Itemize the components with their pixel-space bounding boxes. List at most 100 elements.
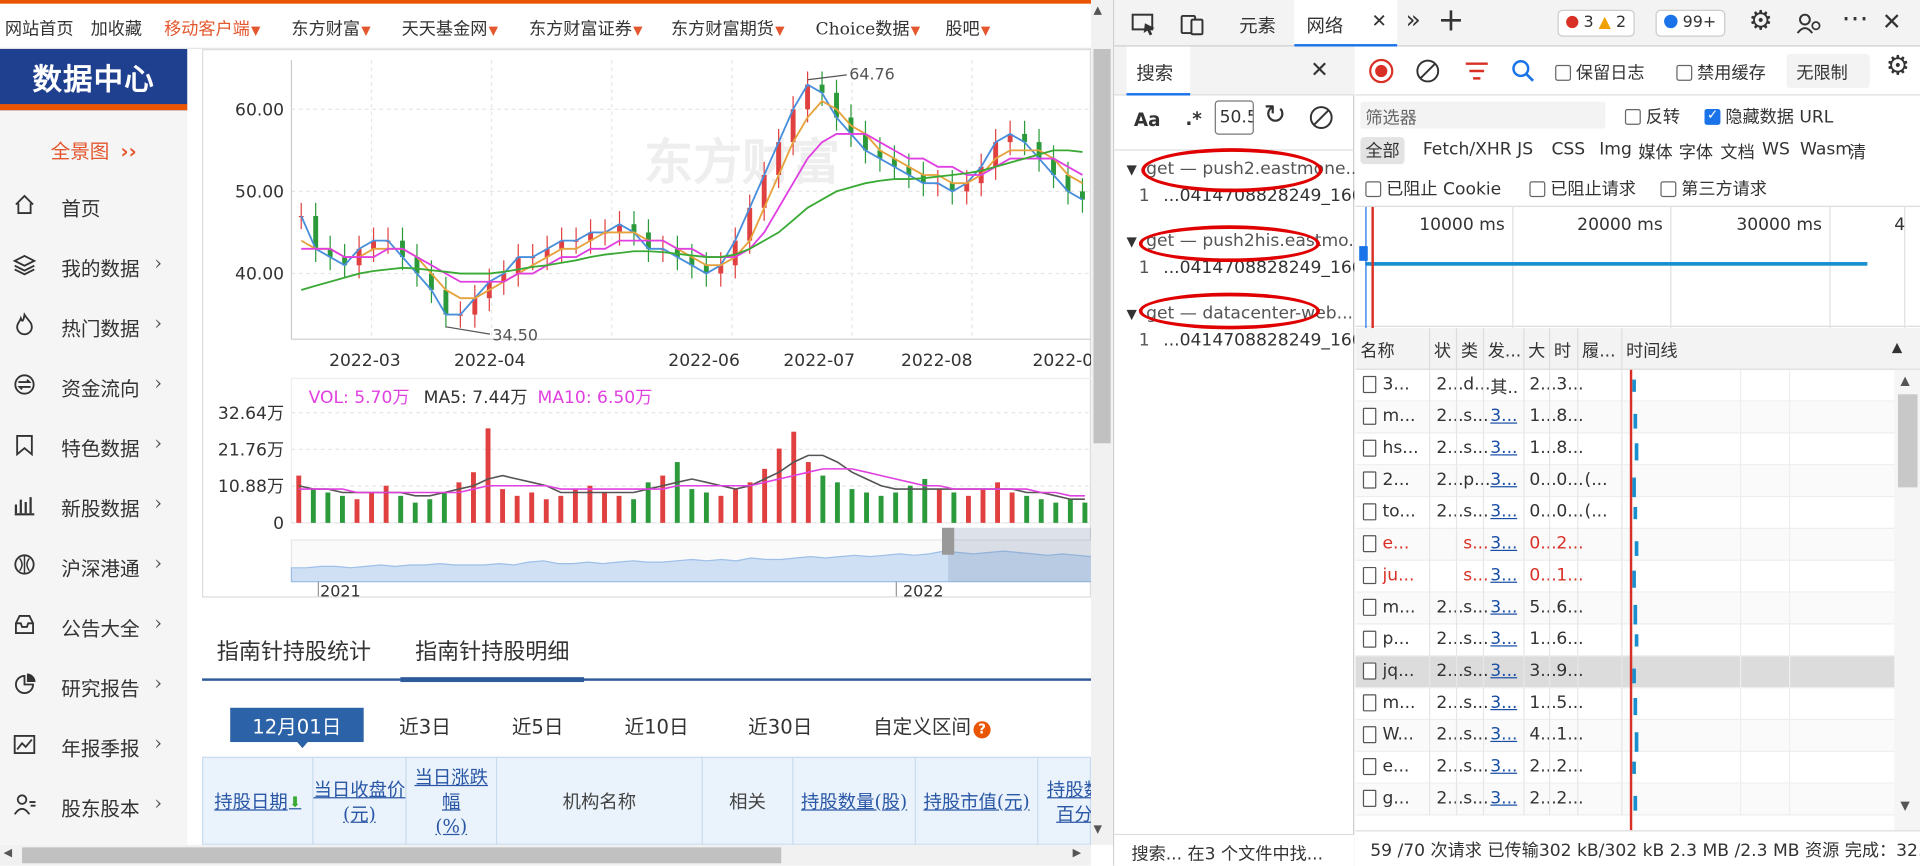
- grid-scroll-thumb[interactable]: [1897, 394, 1918, 488]
- third-party-checkbox[interactable]: 第三方请求: [1660, 176, 1767, 200]
- clear-search-icon[interactable]: [1308, 104, 1335, 131]
- table-header-cell[interactable]: 持股数 百分: [1038, 758, 1091, 845]
- table-row[interactable]: to... 2... s... 3... 0... 0... (...: [1355, 497, 1920, 529]
- filter-type-button[interactable]: 字体: [1679, 140, 1713, 164]
- close-tab-icon[interactable]: ✕: [1371, 10, 1386, 32]
- settings-gear-icon[interactable]: ⚙: [1749, 6, 1773, 37]
- table-row[interactable]: jq... 2... s... 3... 3... 9...: [1355, 656, 1920, 689]
- table-header-cell[interactable]: 当日涨跌幅 (%): [407, 757, 498, 845]
- search-result-match[interactable]: 1 ...0414708828249_166...: [1114, 329, 1355, 356]
- grid-column-header[interactable]: 名称: [1360, 338, 1394, 362]
- page-vertical-scroll-thumb[interactable]: [1093, 48, 1111, 444]
- sidebar-item[interactable]: 公告大全 ›: [0, 607, 187, 644]
- initiator-link[interactable]: 3: [1490, 438, 1501, 458]
- sort-ascending-icon[interactable]: ▲: [1892, 339, 1902, 355]
- table-row[interactable]: p... 2... s... 3... 1... 6...: [1355, 624, 1920, 657]
- panorama-label[interactable]: 全景图: [51, 140, 110, 163]
- network-overview[interactable]: 10000 ms 20000 ms 30000 ms 4: [1355, 205, 1920, 329]
- search-input[interactable]: 50.5: [1214, 100, 1254, 135]
- top-nav-item[interactable]: 加收藏: [91, 16, 142, 40]
- throttling-select[interactable]: 无限制: [1786, 53, 1870, 89]
- kebab-menu-icon[interactable]: ⋯: [1842, 4, 1869, 35]
- table-row[interactable]: ju... s... 3... 0... 1...: [1355, 560, 1920, 593]
- match-case-button[interactable]: Aa: [1134, 109, 1161, 131]
- sidebar-item[interactable]: 研究报告 ›: [0, 667, 187, 704]
- filter-type-button[interactable]: 媒体: [1638, 140, 1672, 164]
- initiator-link[interactable]: 3: [1490, 725, 1501, 745]
- scroll-down-arrow-icon[interactable]: ▼: [1093, 824, 1101, 836]
- custom-range-button[interactable]: 自定义区间?: [873, 710, 991, 739]
- clear-log-icon[interactable]: [1414, 58, 1441, 85]
- period-10d-button[interactable]: 近10日: [624, 710, 688, 739]
- table-header-cell[interactable]: 持股数量(股): [793, 757, 916, 845]
- data-center-logo[interactable]: 数据中心: [0, 48, 188, 111]
- grid-scroll-down-icon[interactable]: ▼: [1900, 800, 1909, 813]
- help-icon[interactable]: ?: [973, 721, 991, 739]
- initiator-link[interactable]: 3: [1490, 789, 1501, 809]
- grid-column-header[interactable]: 大: [1528, 338, 1545, 362]
- filter-type-button[interactable]: 清: [1849, 140, 1866, 164]
- initiator-link[interactable]: 3: [1490, 598, 1501, 618]
- sidebar-item[interactable]: 热门数据 ›: [0, 307, 187, 344]
- close-devtools-icon[interactable]: ✕: [1882, 9, 1901, 36]
- blocked-requests-checkbox[interactable]: 已阻止请求: [1529, 176, 1636, 200]
- period-5d-button[interactable]: 近5日: [512, 710, 564, 739]
- filter-type-button[interactable]: 文档: [1720, 140, 1754, 164]
- scroll-left-arrow-icon[interactable]: ◀: [4, 847, 12, 859]
- scroll-right-arrow-icon[interactable]: ▶: [1073, 847, 1081, 859]
- filter-type-button[interactable]: WS: [1762, 140, 1790, 160]
- initiator-link[interactable]: 3: [1490, 534, 1501, 554]
- table-row[interactable]: e... 2... s... 3... 2... 2...: [1355, 751, 1920, 784]
- top-nav-item[interactable]: 股吧▼: [945, 16, 990, 40]
- initiator-link[interactable]: 3: [1490, 502, 1501, 522]
- sidebar-item[interactable]: 年报季报 ›: [0, 727, 187, 764]
- hide-data-url-checkbox[interactable]: ✓ 隐藏数据 URL: [1704, 104, 1833, 128]
- close-search-icon[interactable]: ✕: [1310, 58, 1328, 84]
- grid-column-header[interactable]: 类: [1461, 338, 1478, 362]
- refresh-search-icon[interactable]: ↻: [1264, 100, 1287, 131]
- sidebar-item[interactable]: 新股数据 ›: [0, 487, 187, 524]
- tab-elements[interactable]: 元素: [1239, 12, 1276, 38]
- inspect-element-icon[interactable]: [1131, 12, 1158, 36]
- initiator-link[interactable]: 3: [1490, 566, 1501, 586]
- grid-column-header[interactable]: 状: [1434, 338, 1451, 362]
- error-warning-badge[interactable]: 3 ▲ 2: [1557, 9, 1635, 37]
- panorama-link[interactable]: 全景图 ››: [0, 135, 187, 164]
- blocked-cookies-checkbox[interactable]: 已阻止 Cookie: [1365, 176, 1501, 200]
- device-toolbar-icon[interactable]: [1179, 12, 1206, 36]
- filter-type-button[interactable]: Img: [1599, 140, 1632, 160]
- add-tab-icon[interactable]: +: [1438, 2, 1465, 39]
- sidebar-item[interactable]: 股东股本 ›: [0, 787, 187, 824]
- grid-column-header[interactable]: 时: [1554, 338, 1571, 362]
- regex-button[interactable]: .*: [1185, 108, 1202, 130]
- table-row[interactable]: m... 2... s... 3... 5... 6...: [1355, 592, 1920, 625]
- initiator-link[interactable]: 3: [1490, 661, 1501, 681]
- sidebar-item[interactable]: 我的数据 ›: [0, 247, 187, 284]
- tab-holding-stat[interactable]: 指南针持股统计: [217, 634, 371, 666]
- initiator-link[interactable]: 3: [1490, 757, 1501, 777]
- messages-badge[interactable]: 99+: [1655, 9, 1725, 37]
- grid-column-header[interactable]: 时间线: [1626, 338, 1677, 362]
- network-settings-gear-icon[interactable]: ⚙: [1886, 51, 1910, 82]
- invert-checkbox[interactable]: 反转: [1624, 104, 1680, 128]
- sidebar-item[interactable]: 首页: [0, 187, 187, 224]
- filter-type-button[interactable]: Fetch/XHR: [1423, 140, 1512, 160]
- table-header-cell[interactable]: 持股市值(元): [916, 757, 1039, 845]
- table-row[interactable]: hs... 2... s... 3... 1... 8...: [1355, 433, 1920, 466]
- table-header-cell[interactable]: 当日收盘价 (元): [313, 757, 407, 845]
- top-nav-item[interactable]: 天天基金网▼: [402, 16, 498, 40]
- filter-type-button[interactable]: 全部: [1360, 137, 1405, 165]
- more-tabs-icon[interactable]: »: [1406, 5, 1421, 34]
- table-row[interactable]: m... 2... s... 3... 1... 5...: [1355, 688, 1920, 721]
- initiator-link[interactable]: 3: [1490, 470, 1501, 490]
- table-header-cell[interactable]: 持股日期 ⬇: [203, 757, 314, 845]
- filter-type-button[interactable]: CSS: [1551, 140, 1585, 160]
- top-nav-item[interactable]: 移动客户端▼: [164, 16, 260, 40]
- period-date-button[interactable]: 12月01日: [230, 707, 364, 743]
- table-row[interactable]: W... 2... s... 3... 4... 1...: [1355, 720, 1920, 752]
- customize-icon[interactable]: [1795, 11, 1822, 35]
- initiator-link[interactable]: 3: [1490, 407, 1501, 427]
- filter-type-button[interactable]: Wasm: [1800, 140, 1852, 160]
- initiator-link[interactable]: 3: [1490, 693, 1501, 713]
- period-3d-button[interactable]: 近3日: [399, 710, 451, 739]
